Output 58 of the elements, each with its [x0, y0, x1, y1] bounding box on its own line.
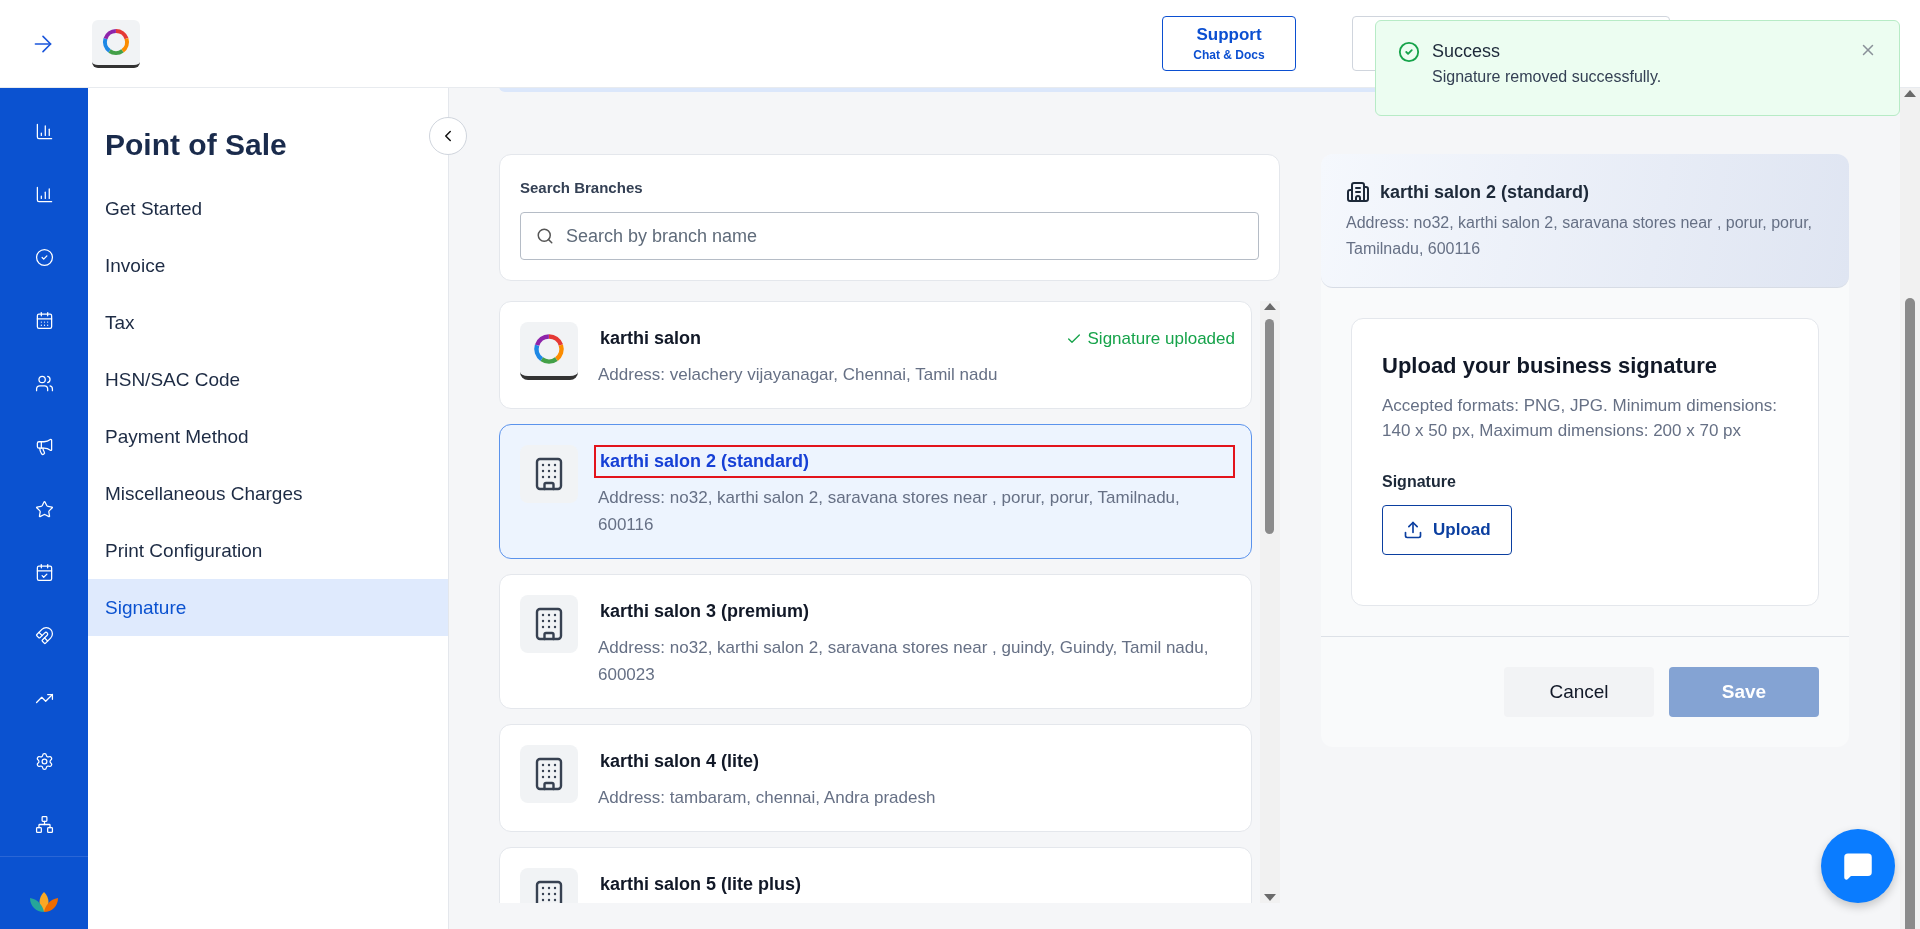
branch-card[interactable]: karthi salon 5 (lite plus) [499, 847, 1252, 903]
menu-title: Point of Sale [105, 128, 288, 162]
menu-item[interactable]: HSN/SAC Code [88, 351, 448, 408]
chat-icon [1843, 851, 1873, 881]
upload-icon [1403, 520, 1423, 540]
branch-card[interactable]: karthi salon 4 (lite) Address: tambaram, chennai, Andra pradesh [499, 724, 1252, 832]
menu-item[interactable]: Print Configuration [88, 522, 448, 579]
menu-item[interactable]: Get Started [88, 180, 448, 237]
toast-title: Success [1432, 41, 1502, 62]
branch-address: Address: no32, karthi salon 2, saravana stores near , guindy, Guindy, Tamil nadu, 600023 [598, 637, 1210, 686]
star-icon[interactable] [34, 500, 54, 519]
branch-name: karthi salon 5 (lite plus) [599, 873, 803, 896]
calendar-check-icon[interactable] [34, 563, 54, 582]
page-scrollbar[interactable] [1900, 88, 1920, 929]
branch-address: Address: velachery vijayanagar, Chennai, Tamil nadu [598, 364, 999, 386]
hierarchy-icon[interactable] [34, 815, 54, 834]
building-icon [1346, 180, 1370, 204]
branch-name: karthi salon 2 (standard) [594, 445, 1235, 478]
chat-button[interactable] [1821, 829, 1895, 903]
search-label: Search Branches [520, 179, 644, 196]
menu-item[interactable]: Miscellaneous Charges [88, 465, 448, 522]
detail-name: karthi salon 2 (standard) [1380, 181, 1590, 203]
check-circle-icon[interactable] [34, 248, 54, 267]
app-logo[interactable] [92, 19, 140, 68]
field-label: Signature [1382, 473, 1457, 491]
menu-item[interactable]: Tax [88, 294, 448, 351]
support-button[interactable]: Support Chat & Docs [1162, 16, 1296, 71]
detail-address: Address: no32, karthi salon 2, saravana stores near , porur, porur, Tamilnadu, 600116 [1346, 213, 1814, 259]
branch-address: Address: no32, karthi salon 2, saravana stores near , porur, porur, Tamilnadu, 600116 [598, 487, 1181, 536]
cancel-button[interactable]: Cancel [1504, 667, 1654, 717]
branch-name: karthi salon 4 (lite) [599, 750, 761, 773]
branch-address: Address: tambaram, chennai, Andra pradesh [598, 787, 937, 809]
growth-chart-icon[interactable] [34, 185, 54, 204]
menu-item[interactable]: Payment Method [88, 408, 448, 465]
check-circle-icon [1398, 41, 1420, 63]
branch-card[interactable]: karthi salon 3 (premium) Address: no32, karthi salon 2, saravana stores near , guindy, Guindy, Tamil nadu, 600023 [499, 574, 1252, 709]
branch-name: karthi salon [599, 327, 703, 350]
upload-title: Upload your business signature [1382, 353, 1718, 379]
branch-name: karthi salon 3 (premium) [599, 600, 811, 623]
search-icon [536, 227, 554, 245]
settings-icon[interactable] [34, 752, 54, 771]
branch-card[interactable]: karthi salon 2 (standard) Address: no32, karthi salon 2, saravana stores near , porur, porur, Tamilnadu, 600116 [499, 424, 1252, 559]
menu-item[interactable]: Invoice [88, 237, 448, 294]
signature-status: Signature uploaded [1065, 328, 1235, 349]
calendar-icon[interactable] [34, 311, 54, 330]
search-field[interactable]: Search by branch name [520, 212, 1259, 260]
toast-message: Signature removed successfully. [1432, 68, 1663, 86]
upload-button[interactable]: Upload [1382, 505, 1512, 555]
ring-logo [101, 27, 131, 57]
users-icon[interactable] [34, 374, 54, 393]
ring-logo [532, 332, 566, 366]
menu-item[interactable]: Signature [88, 579, 448, 636]
list-scrollbar[interactable] [1260, 301, 1280, 903]
megaphone-icon[interactable] [34, 437, 54, 456]
upload-description: Accepted formats: PNG, JPG. Minimum dimensions: 140 x 50 px, Maximum dimensions: 200 x 70 px [1382, 395, 1778, 442]
branch-card[interactable]: karthi salon Signature uploaded Address: velachery vijayanagar, Chennai, Tamil nadu [499, 301, 1252, 409]
bar-chart-icon[interactable] [34, 122, 54, 141]
magnet-icon[interactable] [34, 626, 54, 645]
